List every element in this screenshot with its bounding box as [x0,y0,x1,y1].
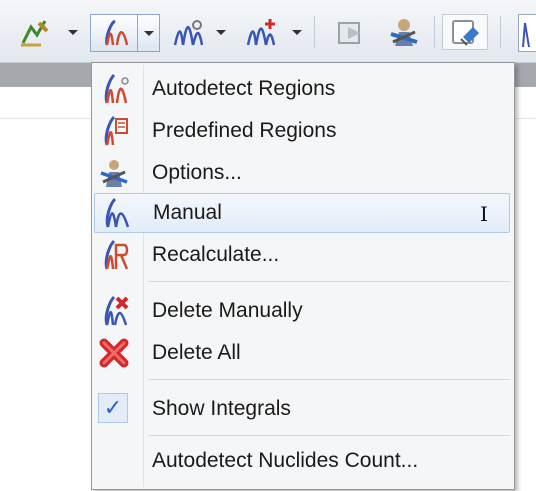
autodetect-regions-icon [104,73,129,104]
eraser-icon [452,20,479,46]
menu-item-label: Delete All [152,341,241,364]
menu-item-label: Autodetect Nuclides Count... [152,449,419,472]
predefined-regions-icon [104,115,128,146]
menu-separator [148,435,510,436]
toolbar-separator [314,16,315,48]
menu-item-autodetect-nuclides-count[interactable]: Autodetect Nuclides Count... [92,441,514,481]
split-divider [137,15,138,51]
add-peak-dropdown[interactable] [290,14,304,50]
checkmark-icon: ✓ [98,393,128,423]
chevron-down-icon [216,29,226,35]
text-cursor-icon: I [480,202,488,226]
menu-item-show-integrals[interactable]: ✓ Show Integrals [92,389,514,429]
spectrum-view-button[interactable] [518,14,536,52]
options-wizard-button[interactable] [382,14,426,50]
manual-integral-icon [105,197,130,228]
menu-separator [148,281,510,282]
menu-item-label: Delete Manually [152,299,303,322]
add-peak-icon [246,19,276,46]
peak-search-button[interactable] [168,14,208,50]
menu-item-manual[interactable]: Manual I [94,193,510,233]
options-wizard-icon [390,19,418,46]
menu-item-label: Recalculate... [152,243,280,266]
peak-search-icon [173,20,204,46]
toolbar [0,0,536,63]
toolbar-separator [434,16,435,48]
menu-item-options[interactable]: Options... [92,153,514,193]
integrals-button[interactable] [90,14,160,52]
curve-tool-dropdown[interactable] [66,14,80,50]
toolbar-separator [500,16,501,48]
menu-item-label: Show Integrals [152,397,291,420]
curve-tool-button[interactable] [14,14,54,50]
delete-manually-icon [104,295,129,326]
chevron-down-icon [68,29,78,35]
menu-item-label: Autodetect Regions [152,77,336,100]
auto-regions-icon [105,19,129,46]
options-icon [100,160,128,187]
print-preview-icon [338,22,360,44]
recalculate-icon [104,239,129,270]
eraser-button[interactable] [442,14,488,50]
delete-all-icon [99,338,129,368]
curve-tool-icon [21,20,49,47]
menu-item-label: Manual [153,201,222,224]
menu-item-delete-manually[interactable]: Delete Manually [92,291,514,331]
peak-search-dropdown[interactable] [214,14,228,50]
add-peak-button[interactable] [238,14,286,50]
print-preview-button[interactable] [328,14,372,50]
menu-item-delete-all[interactable]: Delete All [92,333,514,373]
menu-item-predefined-regions[interactable]: Predefined Regions [92,111,514,151]
chevron-down-icon[interactable] [144,31,154,36]
menu-item-recalculate[interactable]: Recalculate... [92,235,514,275]
integrals-dropdown-menu: Autodetect Regions Predefined Regions Op… [91,62,515,490]
chevron-down-icon [292,29,302,35]
menu-item-label: Predefined Regions [152,119,337,142]
menu-separator [148,379,510,380]
menu-item-autodetect-regions[interactable]: Autodetect Regions [92,69,514,109]
spectrum-view-icon [522,22,530,48]
menu-item-label: Options... [152,161,242,184]
